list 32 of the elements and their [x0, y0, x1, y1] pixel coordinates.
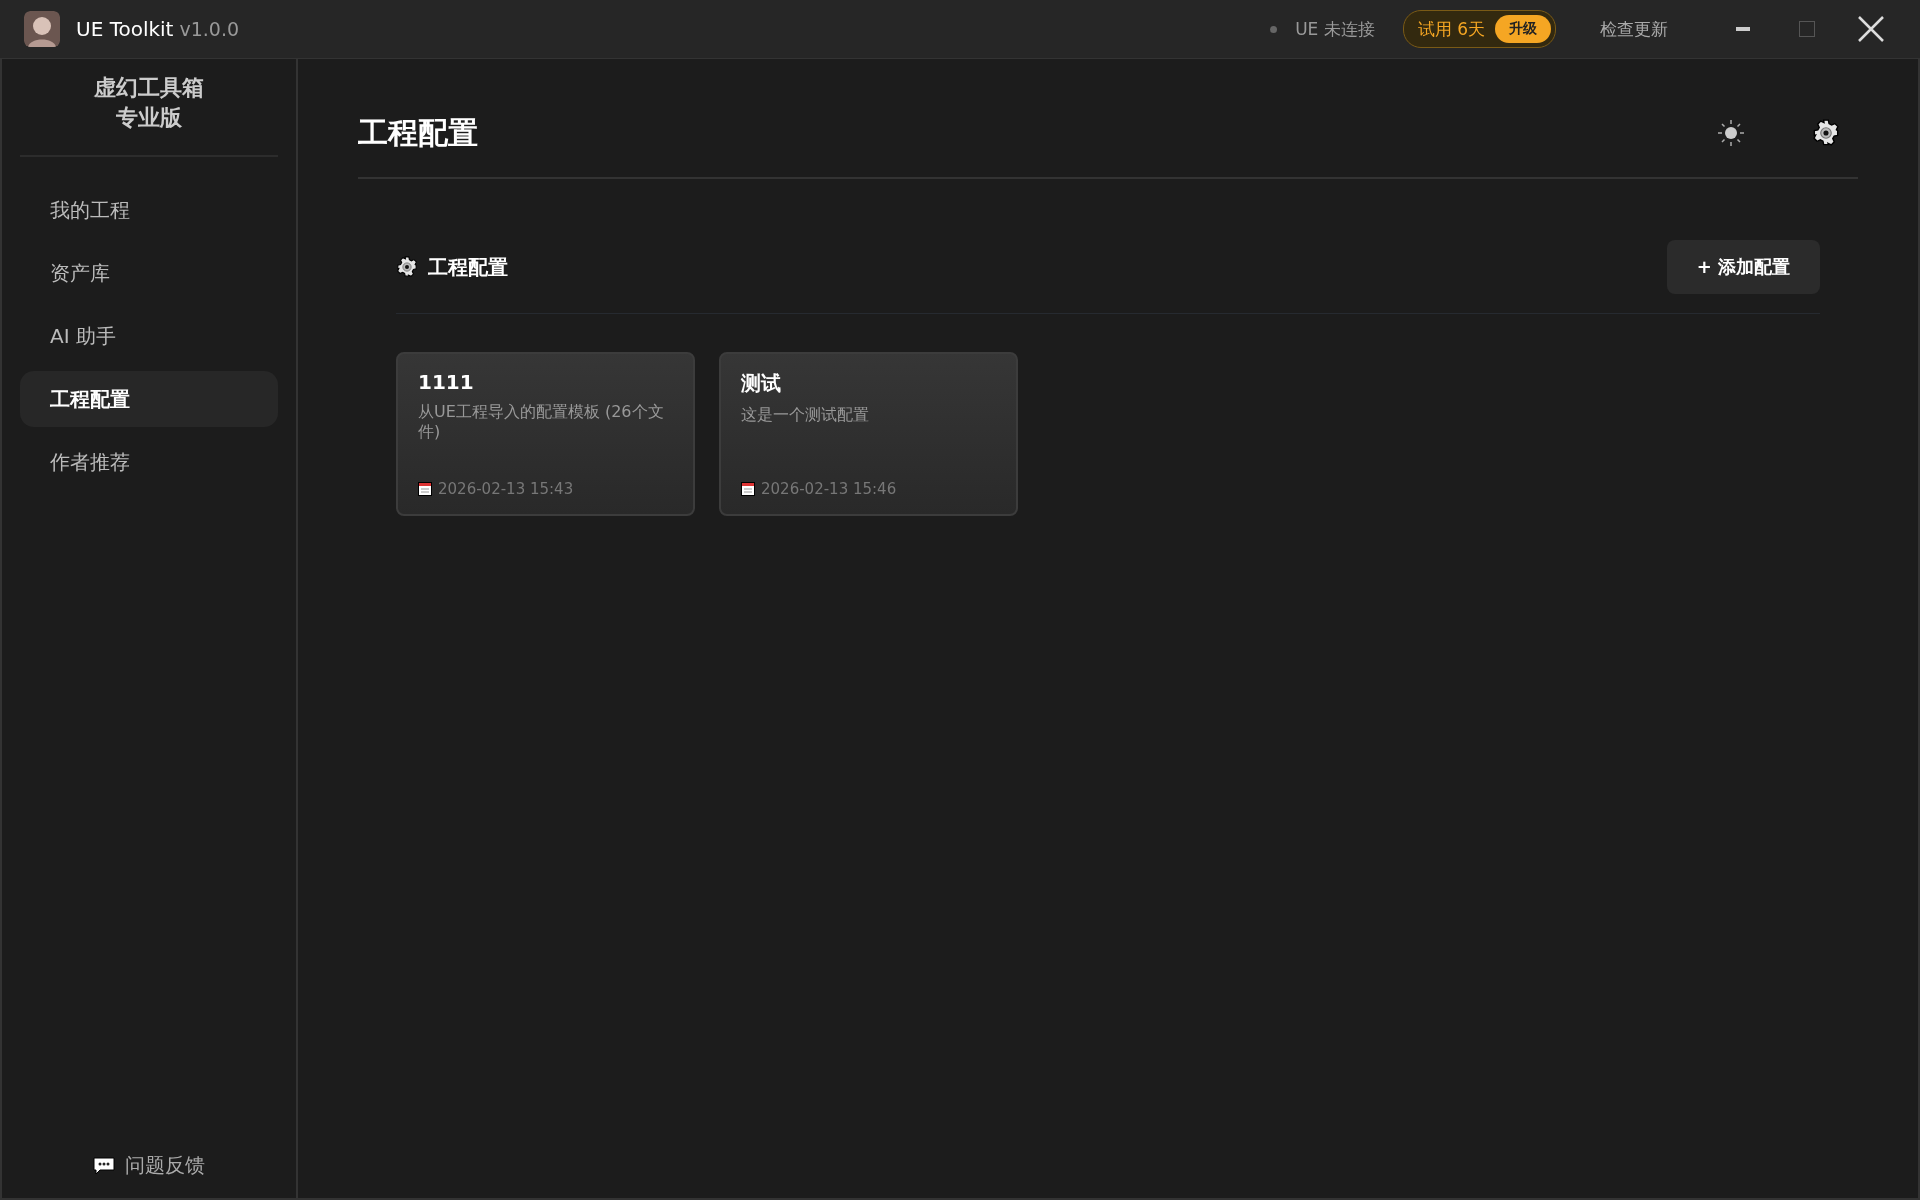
section-title: 工程配置	[428, 253, 509, 281]
sun-icon[interactable]	[1718, 120, 1744, 146]
chat-icon	[93, 1156, 115, 1175]
sidebar-item[interactable]: 我的工程	[20, 182, 278, 238]
feedback-button[interactable]: 问题反馈	[20, 1151, 278, 1180]
trial-days: 试用 6天	[1417, 17, 1485, 41]
add-config-button[interactable]: + 添加配置	[1666, 240, 1820, 294]
config-card[interactable]: 测试 这是一个测试配置 2026-02-13 15:46	[719, 352, 1018, 516]
config-card[interactable]: 1111 从UE工程导入的配置模板 (26个文件) 2026-02-13 15:43	[396, 352, 695, 516]
app-title: UE Toolkit	[76, 17, 174, 41]
gear-icon	[396, 256, 418, 278]
page-title: 工程配置	[358, 113, 479, 152]
upgrade-button[interactable]: 升级	[1495, 15, 1551, 43]
sidebar-item[interactable]: AI 助手	[20, 308, 278, 364]
check-update-button[interactable]: 检查更新	[1594, 16, 1674, 42]
card-title: 测试	[741, 370, 782, 397]
calendar-icon	[418, 482, 432, 496]
brand-title: 虚幻工具箱 专业版	[20, 73, 278, 157]
settings-icon	[1812, 119, 1840, 147]
card-title: 1111	[418, 370, 475, 394]
sidebar-item[interactable]: 作者推荐	[20, 434, 278, 490]
card-description: 从UE工程导入的配置模板 (26个文件)	[418, 402, 665, 442]
app-version: v1.0.0	[179, 18, 240, 40]
connection-status: UE 未连接	[1295, 17, 1375, 41]
sidebar-item[interactable]: 工程配置	[20, 371, 278, 427]
card-description: 这是一个测试配置	[741, 405, 870, 425]
close-icon[interactable]	[1858, 16, 1884, 42]
sidebar-item[interactable]: 资产库	[20, 245, 278, 301]
card-date: 2026-02-13 15:43	[438, 480, 574, 498]
avatar-icon	[24, 11, 60, 47]
card-date: 2026-02-13 15:46	[761, 480, 897, 498]
calendar-icon	[741, 482, 755, 496]
